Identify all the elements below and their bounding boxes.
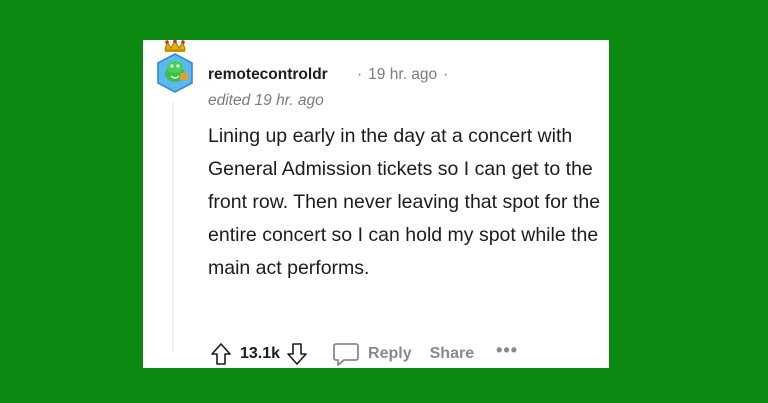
reply-button[interactable]: Reply: [332, 341, 412, 367]
edited-label: edited 19 hr. ago: [208, 92, 324, 109]
arrow-up-icon: [211, 343, 231, 365]
more-options-button[interactable]: •••: [496, 340, 518, 361]
downvote-button[interactable]: [284, 341, 310, 367]
arrow-down-icon: [287, 343, 307, 365]
separator-dot: ·: [443, 66, 449, 83]
comment-card: remotecontroldr · 19 hr. ago · edited 19 h…: [143, 39, 609, 369]
comment-meta: · 19 hr. ago ·: [351, 66, 454, 84]
vote-score: 13.1k: [240, 345, 281, 362]
upvote-button[interactable]: [208, 341, 234, 367]
reply-label: Reply: [368, 345, 412, 362]
share-button[interactable]: Share: [430, 345, 474, 363]
comment-body: Lining up early in the day at a concert …: [208, 125, 601, 279]
separator-dot: ·: [357, 66, 363, 83]
comment-actions: 13.1k Reply Share •••: [208, 339, 518, 369]
thread-line[interactable]: [172, 102, 174, 352]
username-link[interactable]: remotecontroldr: [208, 66, 328, 84]
snoo-avatar-icon: [157, 39, 193, 93]
speech-bubble-icon: [333, 343, 359, 366]
avatar[interactable]: [153, 39, 197, 96]
timestamp[interactable]: 19 hr. ago: [368, 66, 437, 83]
